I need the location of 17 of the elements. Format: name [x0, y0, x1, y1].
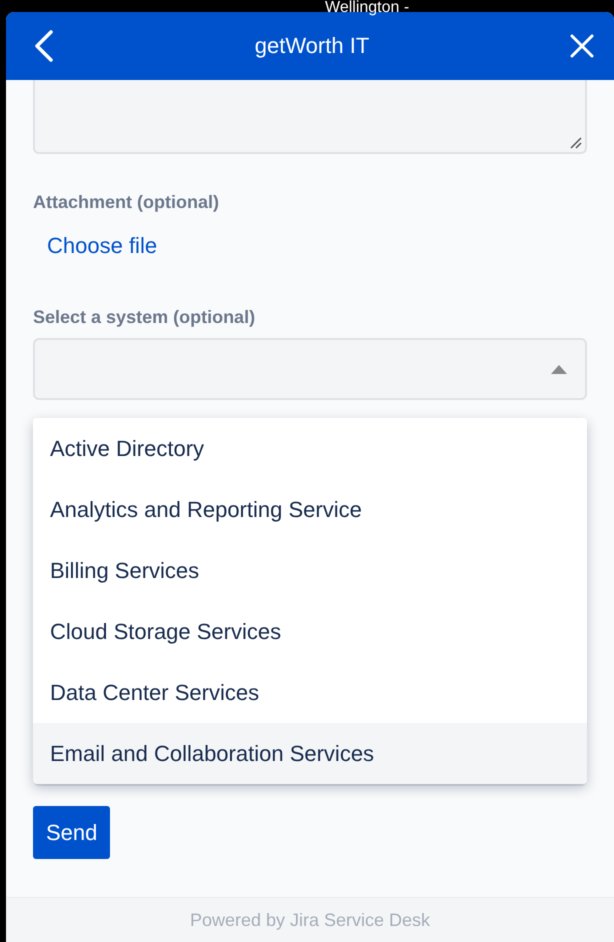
choose-file-link[interactable]: Choose file — [47, 233, 587, 259]
send-button[interactable]: Send — [33, 806, 110, 859]
dropdown-option[interactable]: Cloud Storage Services — [33, 601, 587, 662]
dropdown-option[interactable]: Active Directory — [33, 418, 587, 479]
close-icon[interactable] — [570, 34, 594, 58]
window-title: getWorth IT — [254, 33, 370, 59]
footer-text: Powered by Jira Service Desk — [190, 910, 430, 930]
back-icon[interactable] — [34, 30, 54, 62]
dropdown-option[interactable]: Data Center Services — [33, 662, 587, 723]
caret-icon — [551, 364, 567, 374]
dropdown-option[interactable]: Email and Collaboration Services — [33, 723, 587, 784]
dropdown-option[interactable]: Analytics and Reporting Service — [33, 479, 587, 540]
field-label: Attachment (optional) — [33, 192, 220, 213]
background-text: Wellington - — [325, 0, 410, 17]
field-label: Select a system (optional) — [33, 307, 256, 328]
dropdown-option[interactable]: Billing Services — [33, 540, 587, 601]
resize-grip-icon[interactable] — [570, 137, 582, 149]
